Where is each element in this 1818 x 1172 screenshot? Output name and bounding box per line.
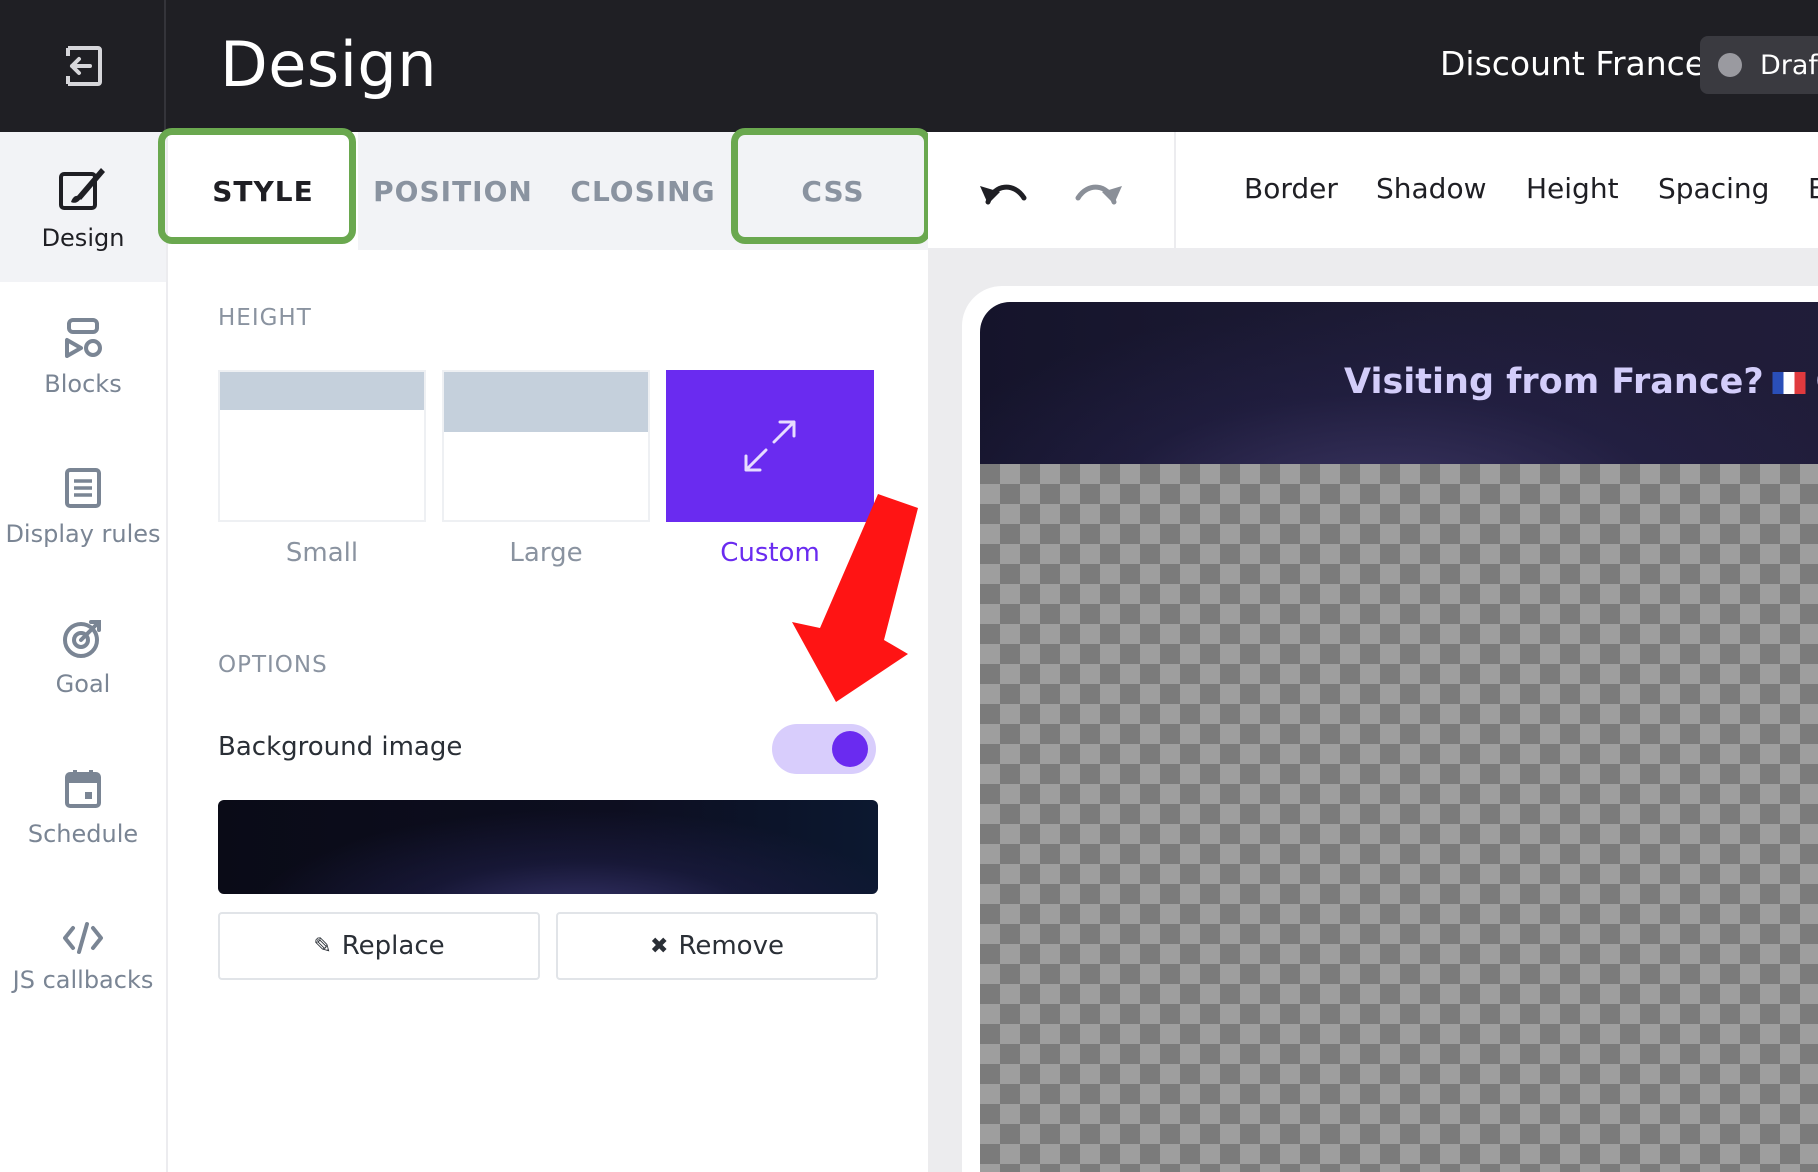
height-option-large[interactable] — [442, 370, 650, 522]
tab-position[interactable]: POSITION — [358, 132, 548, 250]
size-preview-bar — [444, 372, 648, 432]
height-label-small: Small — [285, 538, 359, 568]
nav-item-schedule[interactable]: Schedule — [0, 732, 166, 882]
red-arrow-annotation — [792, 494, 918, 702]
toolbar-shadow[interactable]: Shadow — [1376, 172, 1486, 205]
remove-label: Remove — [678, 931, 784, 961]
style-toolbar: Border Shadow Height Spacing E — [1176, 132, 1818, 250]
redo-icon — [1075, 184, 1122, 205]
status-text: Draft — [1760, 49, 1818, 81]
page-title: Design — [220, 28, 438, 101]
exit-button[interactable] — [0, 0, 166, 132]
background-image-label: Background image — [218, 732, 463, 762]
code-icon — [63, 922, 103, 954]
nav-label-schedule: Schedule — [27, 820, 139, 848]
status-dot-icon — [1718, 53, 1742, 77]
nav-label-js-callbacks: JS callbacks — [12, 966, 154, 994]
display-rules-icon — [65, 468, 101, 508]
tab-closing[interactable]: CLOSING — [548, 132, 738, 250]
design-icon — [59, 168, 105, 210]
close-icon: ✖ — [650, 933, 669, 959]
height-label-large: Large — [509, 538, 583, 568]
replace-button[interactable]: ✎ Replace — [218, 912, 540, 980]
transparent-background-area — [980, 464, 1818, 1172]
left-nav: Design Blocks Display rules Goal Schedul… — [0, 132, 168, 1172]
nav-label-design: Design — [41, 224, 125, 252]
blocks-icon — [65, 318, 102, 358]
history-controls — [928, 132, 1176, 250]
exit-icon — [66, 46, 102, 86]
preview-banner[interactable]: Visiting from France?G — [980, 302, 1818, 464]
nav-item-display-rules[interactable]: Display rules — [0, 432, 166, 582]
section-label-options: OPTIONS — [218, 652, 328, 678]
toolbar-height[interactable]: Height — [1526, 172, 1619, 205]
calendar-icon — [65, 770, 101, 808]
nav-label-display-rules: Display rules — [5, 520, 161, 548]
goal-icon — [63, 620, 101, 658]
background-image-preview — [218, 800, 878, 894]
undo-button[interactable] — [974, 170, 1034, 216]
height-option-small[interactable] — [218, 370, 426, 522]
settings-panel: HEIGHT Small Large Custom OPTIONS Backgr… — [168, 250, 928, 1172]
nav-label-goal: Goal — [55, 670, 111, 698]
status-badge[interactable]: Draft — [1700, 36, 1818, 94]
france-flag-icon — [1772, 372, 1806, 394]
replace-label: Replace — [341, 931, 445, 961]
size-preview-bar — [220, 372, 424, 410]
nav-item-design[interactable]: Design — [0, 132, 166, 282]
redo-button[interactable] — [1068, 170, 1128, 216]
campaign-name: Discount France — [1440, 44, 1706, 83]
preview-canvas: Visiting from France?G — [928, 250, 1818, 1172]
highlight-css-tab — [731, 128, 931, 244]
remove-button[interactable]: ✖ Remove — [556, 912, 878, 980]
highlight-style-tab — [158, 128, 356, 244]
section-label-height: HEIGHT — [218, 305, 312, 331]
toolbar-border[interactable]: Border — [1244, 172, 1338, 205]
background-image-toggle[interactable] — [772, 724, 876, 774]
nav-item-js-callbacks[interactable]: JS callbacks — [0, 882, 166, 1032]
nav-item-blocks[interactable]: Blocks — [0, 282, 166, 432]
toggle-knob — [832, 731, 868, 767]
nav-item-goal[interactable]: Goal — [0, 582, 166, 732]
banner-message: Visiting from France? — [1344, 362, 1764, 402]
undo-icon — [980, 184, 1027, 205]
banner-text: Visiting from France?G — [1344, 362, 1818, 402]
pencil-icon: ✎ — [313, 933, 332, 959]
nav-label-blocks: Blocks — [44, 370, 122, 398]
top-bar: Design Discount France Draft — [0, 0, 1818, 132]
resize-arrows-icon — [744, 420, 796, 472]
toolbar-spacing[interactable]: Spacing — [1658, 172, 1769, 205]
toolbar-overflow-item[interactable]: E — [1808, 172, 1818, 205]
